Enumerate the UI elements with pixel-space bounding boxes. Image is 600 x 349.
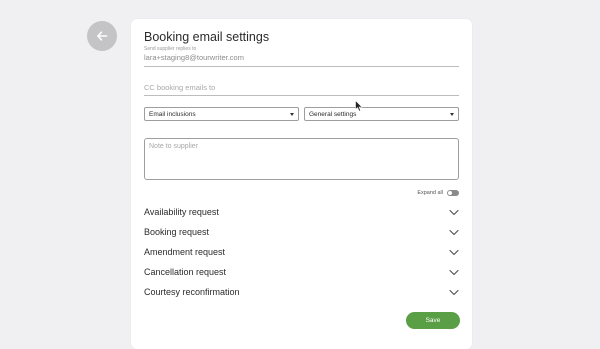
supplier-reply-email-field[interactable]: Send supplier replies to lara+staging8@t… <box>144 46 459 67</box>
cc-booking-emails-field[interactable]: CC booking emails to <box>144 82 459 96</box>
section-label: Courtesy reconfirmation <box>144 287 240 297</box>
expand-all-toggle[interactable] <box>447 190 459 196</box>
back-button[interactable] <box>87 21 117 51</box>
toggle-knob <box>448 191 452 195</box>
section-cancellation-request[interactable]: Cancellation request <box>144 265 459 279</box>
general-settings-select[interactable]: General settings <box>304 107 459 121</box>
section-booking-request[interactable]: Booking request <box>144 225 459 239</box>
save-button[interactable]: Save <box>406 312 460 329</box>
section-amendment-request[interactable]: Amendment request <box>144 245 459 259</box>
expand-all-label: Expand all <box>417 190 443 196</box>
caret-down-icon <box>450 112 454 116</box>
chevron-down-icon <box>449 249 459 255</box>
booking-email-settings-card: Booking email settings Send supplier rep… <box>131 19 472 349</box>
chevron-down-icon <box>449 209 459 215</box>
email-inclusions-select[interactable]: Email inclusions <box>144 107 299 121</box>
caret-down-icon <box>290 112 294 116</box>
section-label: Cancellation request <box>144 267 227 277</box>
section-label: Amendment request <box>144 247 226 257</box>
expand-all-row: Expand all <box>381 189 459 197</box>
note-to-supplier-placeholder: Note to supplier <box>149 143 199 150</box>
note-to-supplier-textarea[interactable]: Note to supplier <box>144 138 459 180</box>
page-title: Booking email settings <box>144 30 270 44</box>
section-availability-request[interactable]: Availability request <box>144 205 459 219</box>
arrow-left-icon <box>97 31 108 41</box>
supplier-reply-email-value: lara+staging8@tourwriter.com <box>144 53 244 62</box>
mouse-cursor-icon <box>355 100 363 112</box>
section-label: Availability request <box>144 207 219 217</box>
general-settings-label: General settings <box>309 110 357 118</box>
email-inclusions-label: Email inclusions <box>149 110 196 118</box>
cc-booking-emails-placeholder: CC booking emails to <box>144 83 216 92</box>
chevron-down-icon <box>449 229 459 235</box>
chevron-down-icon <box>449 289 459 295</box>
section-courtesy-reconfirmation[interactable]: Courtesy reconfirmation <box>144 285 459 299</box>
chevron-down-icon <box>449 269 459 275</box>
section-label: Booking request <box>144 227 210 237</box>
